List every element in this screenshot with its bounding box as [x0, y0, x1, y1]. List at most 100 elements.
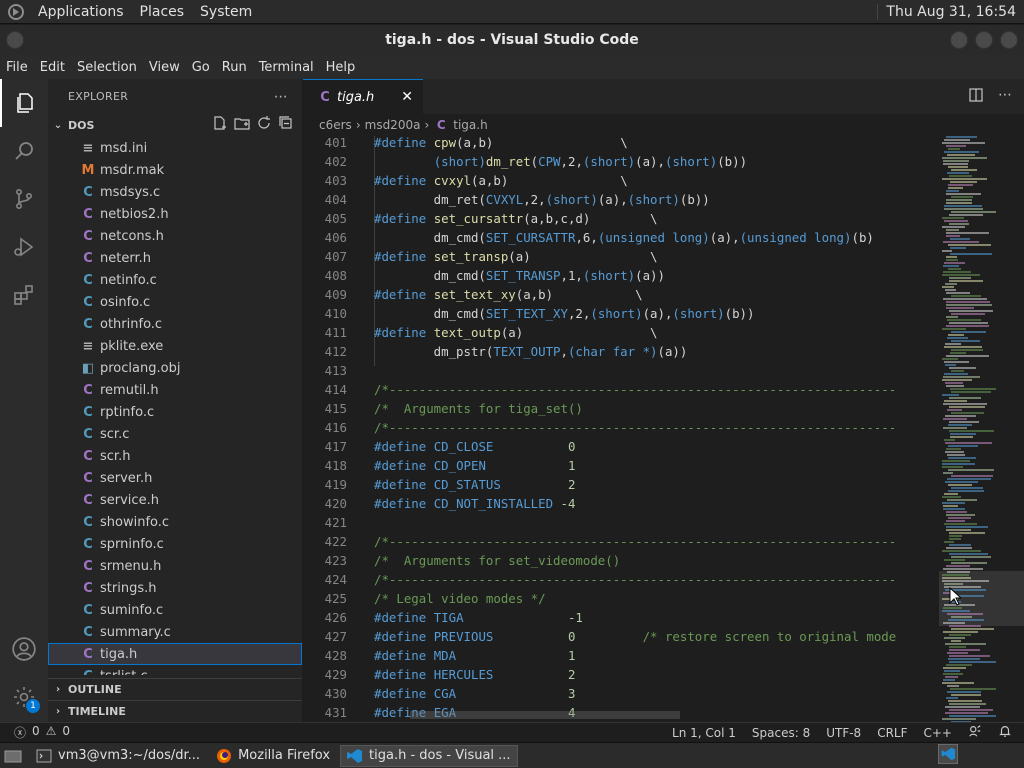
breadcrumb-item[interactable]: c6ers: [319, 118, 352, 132]
search-icon[interactable]: [0, 127, 48, 175]
file-item[interactable]: Csrmenu.h: [48, 555, 302, 577]
code-line[interactable]: 425 /* Legal video modes */: [303, 589, 939, 608]
code-line[interactable]: 427 #define PREVIOUS 0 /* restore screen …: [303, 627, 939, 646]
file-item[interactable]: Csprninfo.c: [48, 533, 302, 555]
code-line[interactable]: 412 dm_pstr(TEXT_OUTP,(char far *)(a)): [303, 342, 939, 361]
menu-terminal[interactable]: Terminal: [253, 60, 320, 75]
code-line[interactable]: 418 #define CD_OPEN 1: [303, 456, 939, 475]
breadcrumb-item[interactable]: tiga.h: [453, 118, 487, 132]
code-line[interactable]: 426 #define TIGA -1: [303, 608, 939, 627]
outline-pane-header[interactable]: › OUTLINE: [48, 678, 302, 700]
file-item[interactable]: Cserver.h: [48, 467, 302, 489]
system-menu[interactable]: System: [192, 4, 260, 20]
collapse-all-icon[interactable]: [278, 115, 294, 135]
file-item[interactable]: Mmsdr.mak: [48, 159, 302, 181]
workspace-switcher[interactable]: [937, 743, 959, 768]
file-item[interactable]: Crptinfo.c: [48, 401, 302, 423]
menu-help[interactable]: Help: [320, 60, 362, 75]
file-item[interactable]: Csummary.c: [48, 621, 302, 643]
code-line[interactable]: 419 #define CD_STATUS 2: [303, 475, 939, 494]
more-actions-icon[interactable]: ⋯: [998, 87, 1012, 107]
file-item[interactable]: Cservice.h: [48, 489, 302, 511]
window-menu-icon[interactable]: [6, 31, 24, 49]
refresh-icon[interactable]: [256, 115, 272, 135]
code-line[interactable]: 414 /*-----------------------------------…: [303, 380, 939, 399]
code-line[interactable]: 411 #define text_outp(a) \: [303, 323, 939, 342]
menu-go[interactable]: Go: [186, 60, 216, 75]
file-item[interactable]: Cnetcons.h: [48, 225, 302, 247]
file-item[interactable]: Cscr.h: [48, 445, 302, 467]
file-item[interactable]: Cothrinfo.c: [48, 313, 302, 335]
code-line[interactable]: 409 #define set_text_xy(a,b) \: [303, 285, 939, 304]
file-item[interactable]: Cnetinfo.c: [48, 269, 302, 291]
code-line[interactable]: 410 dm_cmd(SET_TEXT_XY,2,(short)(a),(sho…: [303, 304, 939, 323]
file-item[interactable]: Cosinfo.c: [48, 291, 302, 313]
folder-header[interactable]: ⌄ DOS: [48, 114, 302, 136]
code-line[interactable]: 423 /* Arguments for set_videomode(): [303, 551, 939, 570]
menu-file[interactable]: File: [0, 60, 34, 75]
code-line[interactable]: 413: [303, 361, 939, 380]
taskbar-item-terminal[interactable]: vm3@vm3:~/dos/dr...: [30, 745, 206, 767]
code-line[interactable]: 403 #define cvxyl(a,b) \: [303, 171, 939, 190]
settings-gear-icon[interactable]: 1: [0, 673, 48, 721]
code-line[interactable]: 420 #define CD_NOT_INSTALLED -4: [303, 494, 939, 513]
file-item[interactable]: Csuminfo.c: [48, 599, 302, 621]
explorer-icon[interactable]: [0, 79, 48, 127]
split-editor-icon[interactable]: [968, 87, 984, 107]
window-titlebar[interactable]: tiga.h - dos - Visual Studio Code: [0, 25, 1024, 55]
code-line[interactable]: 408 dm_cmd(SET_TRANSP,1,(short)(a)): [303, 266, 939, 285]
code-line[interactable]: 402 (short)dm_ret(CPW,2,(short)(a),(shor…: [303, 152, 939, 171]
taskbar-item-firefox[interactable]: Mozilla Firefox: [210, 745, 336, 767]
new-file-icon[interactable]: [212, 115, 228, 135]
code-line[interactable]: 404 dm_ret(CVXYL,2,(short)(a),(short)(b)…: [303, 190, 939, 209]
code-line[interactable]: 424 /*-----------------------------------…: [303, 570, 939, 589]
line-ending[interactable]: CRLF: [877, 726, 907, 740]
indentation[interactable]: Spaces: 8: [752, 726, 810, 740]
taskbar-item-vscode[interactable]: tiga.h - dos - Visual ...: [340, 744, 518, 767]
code-line[interactable]: 422 /*-----------------------------------…: [303, 532, 939, 551]
file-item[interactable]: Ctiga.h: [48, 643, 302, 665]
code-line[interactable]: 415 /* Arguments for tiga_set(): [303, 399, 939, 418]
code-line[interactable]: 407 #define set_transp(a) \: [303, 247, 939, 266]
file-item[interactable]: Cneterr.h: [48, 247, 302, 269]
language-mode[interactable]: C++: [924, 726, 953, 740]
more-actions-icon[interactable]: ⋯: [274, 89, 288, 105]
cursor-position[interactable]: Ln 1, Col 1: [672, 726, 736, 740]
timeline-pane-header[interactable]: › TIMELINE: [48, 700, 302, 722]
code-line[interactable]: 428 #define MDA 1: [303, 646, 939, 665]
file-item[interactable]: Cscr.c: [48, 423, 302, 445]
code-line[interactable]: 406 dm_cmd(SET_CURSATTR,6,(unsigned long…: [303, 228, 939, 247]
file-item[interactable]: ◧ proclang.obj: [48, 357, 302, 379]
tab-tiga-h[interactable]: C tiga.h ✕: [303, 79, 423, 114]
menu-run[interactable]: Run: [216, 60, 253, 75]
file-item[interactable]: Cshowinfo.c: [48, 511, 302, 533]
file-item[interactable]: Ctsrlist.c: [48, 665, 302, 676]
account-icon[interactable]: [0, 625, 48, 673]
clock[interactable]: Thu Aug 31, 16:54: [877, 3, 1024, 20]
gnome-logo-icon[interactable]: [8, 3, 24, 20]
feedback-icon[interactable]: [968, 724, 982, 741]
maximize-button[interactable]: [975, 31, 993, 49]
show-desktop-button[interactable]: [0, 745, 26, 767]
horizontal-scrollbar[interactable]: [410, 711, 680, 719]
applications-menu[interactable]: Applications: [30, 4, 132, 20]
code-editor[interactable]: 401 #define cpw(a,b) \ 402 (short)dm_ret(C…: [303, 136, 939, 722]
menu-view[interactable]: View: [143, 60, 186, 75]
source-control-icon[interactable]: [0, 175, 48, 223]
new-folder-icon[interactable]: [234, 115, 250, 135]
close-tab-icon[interactable]: ✕: [401, 89, 413, 105]
file-item[interactable]: Cmsdsys.c: [48, 181, 302, 203]
code-line[interactable]: 430 #define CGA 3: [303, 684, 939, 703]
code-line[interactable]: 429 #define HERCULES 2: [303, 665, 939, 684]
extensions-icon[interactable]: [0, 271, 48, 319]
minimap[interactable]: [939, 136, 1024, 722]
menu-edit[interactable]: Edit: [34, 60, 71, 75]
minimize-button[interactable]: [950, 31, 968, 49]
file-item[interactable]: Cnetbios2.h: [48, 203, 302, 225]
file-item[interactable]: ≡ pklite.exe: [48, 335, 302, 357]
menu-selection[interactable]: Selection: [71, 60, 143, 75]
notifications-bell-icon[interactable]: [998, 724, 1012, 741]
file-item[interactable]: Cstrings.h: [48, 577, 302, 599]
file-item[interactable]: ≡ msd.ini: [48, 137, 302, 159]
close-window-button[interactable]: [1000, 31, 1018, 49]
